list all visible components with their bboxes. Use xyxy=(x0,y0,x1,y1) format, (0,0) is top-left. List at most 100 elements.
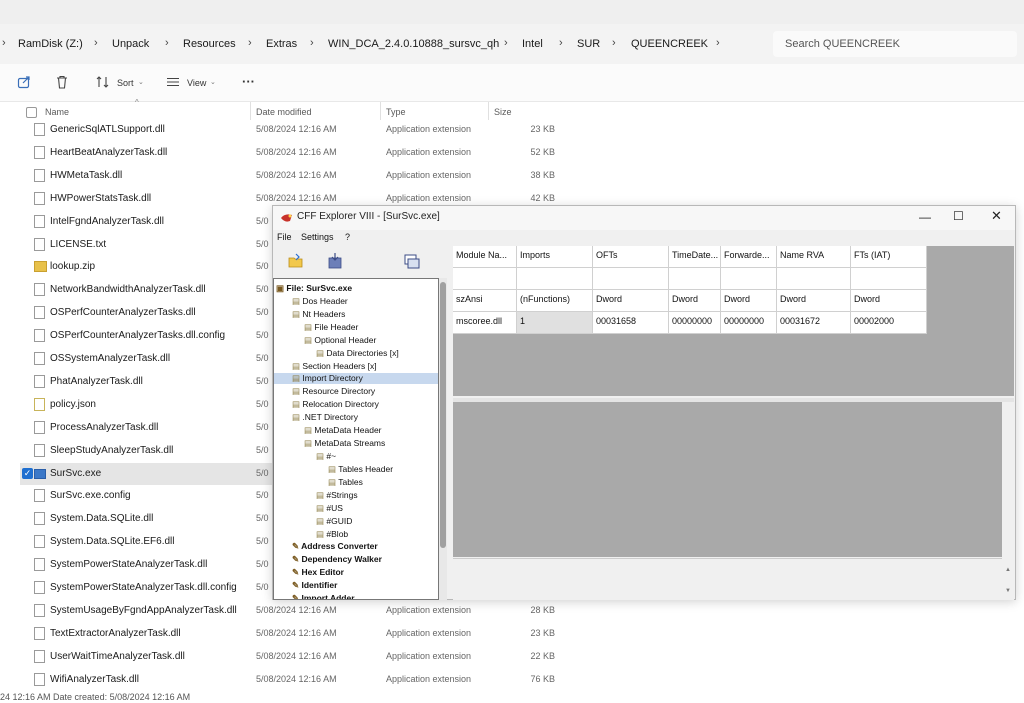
file-row[interactable]: GenericSqlATLSupport.dll 5/08/2024 12:16 … xyxy=(20,119,560,141)
grid-blank-cell[interactable] xyxy=(453,268,517,290)
grid-column-header[interactable]: Forwarde... xyxy=(721,246,777,268)
grid-data-cell[interactable]: 1 xyxy=(517,312,593,334)
tree-node[interactable]: ▤ Relocation Directory xyxy=(292,399,379,410)
breadcrumb-extras[interactable]: Extras xyxy=(266,38,297,50)
breadcrumb-queencreek[interactable]: QUEENCREEK xyxy=(631,38,708,50)
maximize-button[interactable]: ☐ xyxy=(953,209,964,223)
tree-node[interactable]: ▤ Dos Header xyxy=(292,296,348,307)
tree-node[interactable]: ▤ Resource Directory xyxy=(292,386,375,397)
grid-type-cell[interactable]: Dword xyxy=(721,290,777,312)
breadcrumb-intel[interactable]: Intel xyxy=(522,38,543,50)
scroll-up-icon[interactable]: ▲ xyxy=(1005,567,1011,573)
menu-file[interactable]: File xyxy=(277,232,292,242)
menu-help[interactable]: ? xyxy=(345,232,350,242)
grid-column-header[interactable]: Name RVA xyxy=(777,246,851,268)
grid-data-cell[interactable]: mscoree.dll xyxy=(453,312,517,334)
tree-node[interactable]: ▤ Nt Headers xyxy=(292,309,345,320)
grid-blank-cell[interactable] xyxy=(669,268,721,290)
grid-blank-cell[interactable] xyxy=(593,268,669,290)
grid-type-cell[interactable]: Dword xyxy=(669,290,721,312)
breadcrumb-sur[interactable]: SUR xyxy=(577,38,600,50)
breadcrumb-unpack[interactable]: Unpack xyxy=(112,38,149,50)
grid-blank-cell[interactable] xyxy=(721,268,777,290)
grid-blank-cell[interactable] xyxy=(517,268,593,290)
delete-icon[interactable] xyxy=(55,75,69,89)
select-all-checkbox[interactable] xyxy=(26,107,37,118)
menu-settings[interactable]: Settings xyxy=(301,232,334,242)
column-header-type[interactable]: Type xyxy=(386,107,406,117)
file-row[interactable]: WifiAnalyzerTask.dll 5/08/2024 12:16 AM Ap… xyxy=(20,669,560,691)
grid-column-header[interactable]: FTs (IAT) xyxy=(851,246,927,268)
column-header-name[interactable]: Name xyxy=(45,107,69,117)
view-button-label[interactable]: View xyxy=(187,78,206,88)
save-icon[interactable] xyxy=(327,252,343,270)
grid-column-header[interactable]: OFTs xyxy=(593,246,669,268)
file-row[interactable]: SystemUsageByFgndAppAnalyzerTask.dll 5/08… xyxy=(20,600,560,622)
sort-icon[interactable] xyxy=(96,76,110,88)
tree-scrollbar[interactable] xyxy=(439,278,447,600)
more-options-button[interactable]: ··· xyxy=(242,74,255,89)
grid-blank-cell[interactable] xyxy=(777,268,851,290)
tree-node[interactable]: ▤ #Blob xyxy=(316,529,348,540)
grid-blank-cell[interactable] xyxy=(851,268,927,290)
breadcrumb-ramdisk[interactable]: RamDisk (Z:) xyxy=(18,38,83,50)
grid-column-header[interactable]: TimeDate... xyxy=(669,246,721,268)
tree-node[interactable]: ▣ File: SurSvc.exe xyxy=(276,283,352,294)
grid-data-cell[interactable]: 00002000 xyxy=(851,312,927,334)
share-icon[interactable] xyxy=(17,75,31,89)
tree-node[interactable]: ✎ Address Converter xyxy=(292,541,378,552)
grid-type-cell[interactable]: szAnsi xyxy=(453,290,517,312)
grid-data-cell[interactable]: 00031672 xyxy=(777,312,851,334)
breadcrumb-win-dca[interactable]: WIN_DCA_2.4.0.10888_sursvc_qh xyxy=(328,38,499,50)
scroll-down-icon[interactable]: ▼ xyxy=(1005,588,1011,594)
details-scrollbar[interactable]: ▲ ▼ xyxy=(1002,558,1014,600)
open-file-icon[interactable] xyxy=(288,253,304,269)
tree-node[interactable]: ▤ Tables Header xyxy=(328,464,393,475)
tree-node[interactable]: ▤ Tables xyxy=(328,477,363,488)
grid-column-header[interactable]: Module Na... xyxy=(453,246,517,268)
tree-node[interactable]: ✎ Dependency Walker xyxy=(292,554,382,565)
tree-node[interactable]: ▤ Import Directory xyxy=(274,373,438,384)
view-icon[interactable] xyxy=(166,77,180,87)
tree-node[interactable]: ▤ File Header xyxy=(304,322,358,333)
tree-node[interactable]: ✎ Import Adder xyxy=(292,593,355,599)
pe-structure-tree[interactable]: ▣ File: SurSvc.exe ▤ Dos Header ▤ Nt Heade… xyxy=(273,278,439,600)
row-checkbox[interactable]: ✓ xyxy=(22,467,33,479)
grid-type-cell[interactable]: (nFunctions) xyxy=(517,290,593,312)
grid-column-header[interactable]: Imports xyxy=(517,246,593,268)
tree-node[interactable]: ▤ Data Directories [x] xyxy=(316,348,399,359)
minimize-button[interactable]: — xyxy=(919,210,931,224)
column-header-date[interactable]: Date modified xyxy=(256,107,312,117)
column-header-size[interactable]: Size xyxy=(494,107,512,117)
tree-node[interactable]: ▤ Section Headers [x] xyxy=(292,361,377,372)
grid-data-cell[interactable]: 00031658 xyxy=(593,312,669,334)
sort-button-label[interactable]: Sort xyxy=(117,78,134,88)
tree-node[interactable]: ▤ Optional Header xyxy=(304,335,376,346)
grid-type-cell[interactable]: Dword xyxy=(851,290,927,312)
tree-node[interactable]: ▤ #Strings xyxy=(316,490,358,501)
file-row[interactable]: HWMetaTask.dll 5/08/2024 12:16 AM Applicat… xyxy=(20,165,560,187)
import-directory-grid[interactable]: Module Na... szAnsi mscoree.dll Imports (nFu… xyxy=(453,246,1014,396)
tree-node[interactable]: ▤ #US xyxy=(316,503,343,514)
grid-data-cell[interactable]: 00000000 xyxy=(669,312,721,334)
grid-type-cell[interactable]: Dword xyxy=(593,290,669,312)
breadcrumb-resources[interactable]: Resources xyxy=(183,38,236,50)
tree-node[interactable]: ▤ MetaData Header xyxy=(304,425,382,436)
cff-title-bar[interactable]: CFF Explorer VIII - [SurSvc.exe] — ☐ ✕ xyxy=(273,206,1015,230)
tree-node[interactable]: ▤ #GUID xyxy=(316,516,352,527)
tree-node[interactable]: ▤ MetaData Streams xyxy=(304,438,385,449)
tree-node[interactable]: ✎ Hex Editor xyxy=(292,567,344,578)
windows-icon[interactable] xyxy=(404,254,420,270)
file-row[interactable]: UserWaitTimeAnalyzerTask.dll 5/08/2024 12… xyxy=(20,646,560,668)
file-row[interactable]: HeartBeatAnalyzerTask.dll 5/08/2024 12:16… xyxy=(20,142,560,164)
close-button[interactable]: ✕ xyxy=(991,208,1002,224)
import-functions-pane[interactable] xyxy=(453,402,1002,557)
search-input[interactable]: Search QUEENCREEK xyxy=(773,31,1017,57)
grid-data-cell[interactable]: 00000000 xyxy=(721,312,777,334)
file-row[interactable]: TextExtractorAnalyzerTask.dll 5/08/2024 1… xyxy=(20,623,560,645)
tree-node[interactable]: ▤ #~ xyxy=(316,451,336,462)
grid-type-cell[interactable]: Dword xyxy=(777,290,851,312)
tree-node[interactable]: ✎ Identifier xyxy=(292,580,337,591)
tree-node[interactable]: ▤ .NET Directory xyxy=(292,412,358,423)
tree-scrollbar-thumb[interactable] xyxy=(440,282,446,548)
